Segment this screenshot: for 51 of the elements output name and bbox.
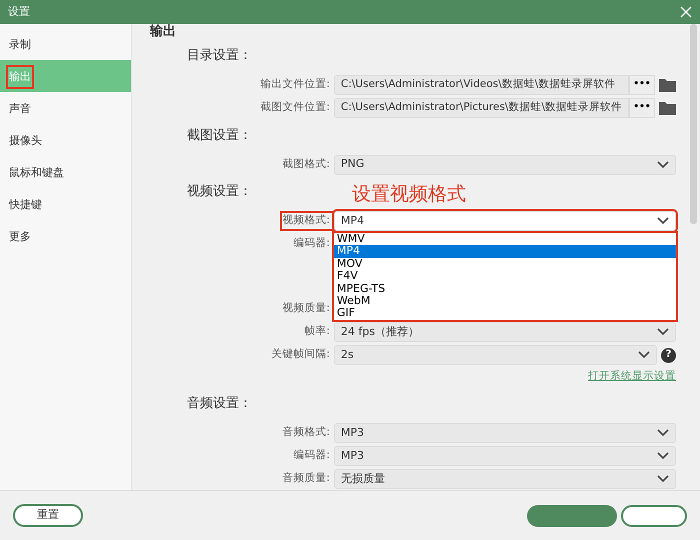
field-label: 输出文件位置:	[260, 77, 331, 92]
annotation-text: 设置视频格式	[352, 183, 466, 205]
section-heading: 视频设置：	[186, 183, 252, 201]
select-field[interactable]: MP3	[334, 423, 676, 444]
field-label: 编码器:	[293, 448, 331, 464]
folder-icon[interactable]	[659, 101, 676, 115]
chevron-down-icon	[657, 475, 669, 484]
dropdown-option[interactable]: MP4	[334, 245, 676, 258]
chevron-down-icon	[657, 160, 669, 168]
field-label: 截图文件位置:	[260, 100, 331, 116]
help-button[interactable]: ?	[661, 348, 676, 362]
section-heading: 目录设置：	[186, 47, 252, 65]
primary-button[interactable]	[527, 504, 617, 526]
path-field[interactable]: C:\Users\Administrator\Pictures\数据蛙\数据蛙录屏软件	[334, 98, 629, 118]
select-field[interactable]: PNG	[334, 154, 676, 174]
chevron-down-icon	[657, 217, 669, 225]
field-label: 音频质量:	[282, 471, 331, 486]
section-heading: 截图设置：	[186, 126, 252, 144]
field-label: 音频格式:	[282, 425, 331, 440]
select-field[interactable]: 无损质量	[334, 469, 676, 490]
sidebar-item[interactable]: 摄像头	[0, 124, 131, 156]
chevron-down-icon	[657, 452, 669, 460]
field-label: 编码器:	[293, 236, 331, 252]
field-label: 关键帧间隔:	[271, 347, 331, 362]
field-label: 视频格式:	[282, 213, 334, 229]
page-heading: 输出	[150, 24, 177, 40]
chevron-down-icon	[638, 351, 650, 359]
folder-icon[interactable]	[659, 78, 676, 92]
secondary-button[interactable]	[621, 504, 687, 526]
browse-button[interactable]: •••	[629, 75, 655, 95]
section-heading: 音频设置：	[186, 395, 252, 414]
window-title: 设置	[8, 4, 30, 20]
path-field[interactable]: C:\Users\Administrator\Videos\数据蛙\数据蛙录屏软件	[334, 75, 629, 95]
sidebar-item[interactable]: 鼠标和键盘	[0, 156, 131, 188]
field-label: 帧率:	[304, 324, 331, 340]
field-label: 截图格式:	[282, 156, 331, 172]
browse-button[interactable]: •••	[629, 98, 655, 118]
sidebar-item[interactable]: 更多	[0, 220, 131, 252]
sidebar-item[interactable]: 声音	[0, 92, 131, 124]
chevron-down-icon	[657, 429, 669, 438]
sidebar-item[interactable]: 快捷键	[0, 188, 131, 220]
sidebar-item[interactable]: 录制	[0, 28, 131, 60]
close-icon[interactable]	[680, 6, 692, 18]
select-field[interactable]: 24 fps（推荐）	[334, 322, 676, 342]
chevron-down-icon	[657, 328, 669, 336]
field-label: 视频质量:	[282, 301, 331, 316]
select-field[interactable]: MP4	[334, 211, 676, 231]
scrollbar[interactable]	[690, 24, 697, 224]
select-field[interactable]: 2s	[334, 345, 657, 365]
select-field[interactable]: MP3	[334, 446, 676, 466]
reset-button[interactable]: 重置	[13, 504, 83, 527]
